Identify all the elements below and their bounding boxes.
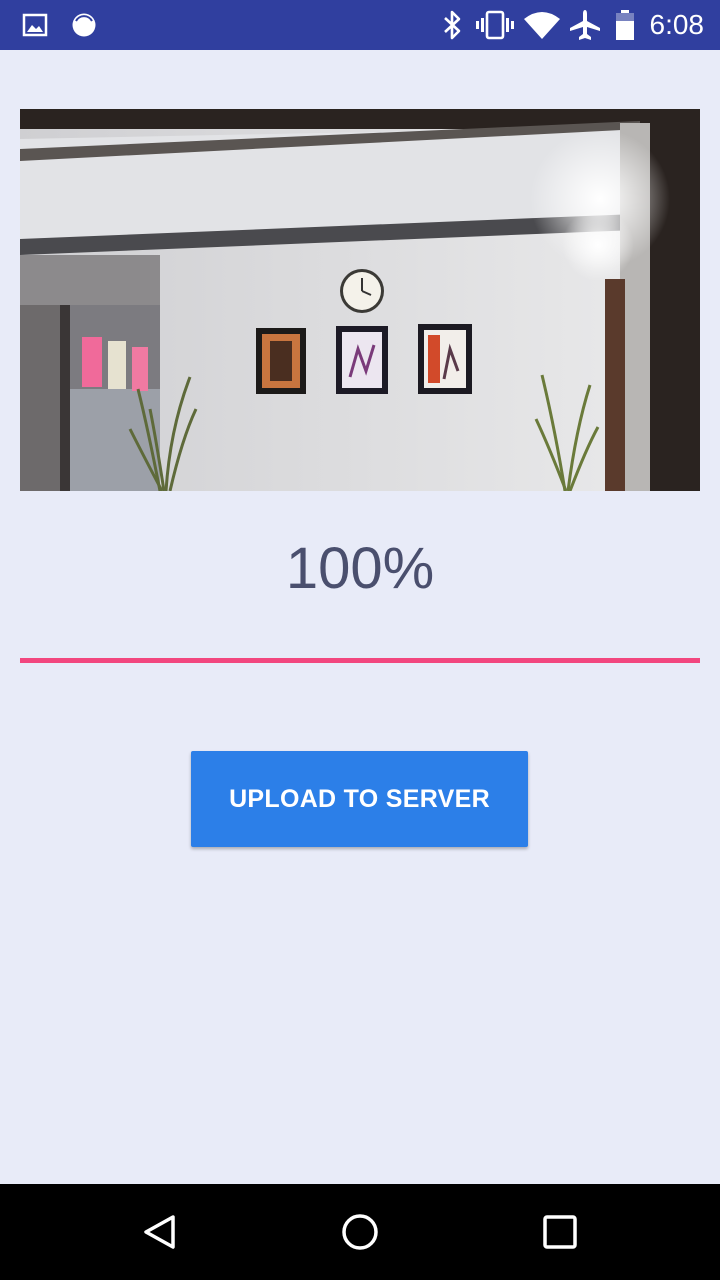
- status-bar: 6:08: [0, 0, 720, 50]
- status-time: 6:08: [649, 9, 705, 40]
- upload-progress-percent: 100%: [285, 536, 435, 601]
- upload-to-server-button[interactable]: UPLOAD TO SERVER: [191, 751, 528, 847]
- battery-icon: [615, 0, 635, 50]
- airplane-mode-icon: [569, 0, 601, 50]
- upload-progress-bar: [20, 658, 700, 663]
- captured-image: [20, 109, 700, 491]
- recents-icon[interactable]: [512, 1184, 608, 1280]
- wifi-icon: [524, 0, 560, 50]
- home-icon[interactable]: [312, 1184, 408, 1280]
- back-icon[interactable]: [112, 1184, 208, 1280]
- record-icon: [71, 0, 97, 50]
- vibrate-icon: [476, 0, 514, 50]
- bluetooth-icon: [442, 0, 464, 50]
- upload-progress-fill: [20, 658, 700, 663]
- navigation-bar: [0, 1184, 720, 1280]
- gallery-icon: [22, 0, 48, 50]
